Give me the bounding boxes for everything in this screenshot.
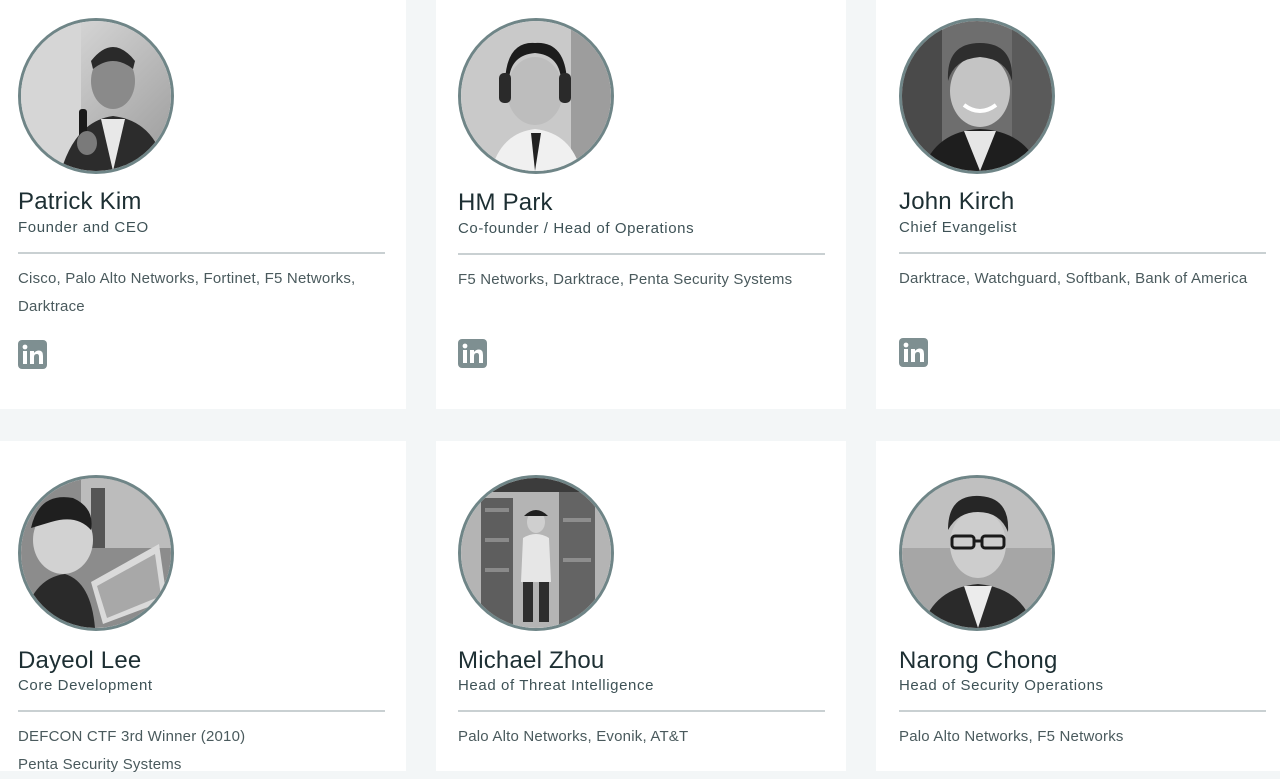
member-bio: Darktrace, Watchguard, Softbank, Bank of… [899, 265, 1247, 293]
member-name: Patrick Kim [18, 188, 142, 215]
member-bio: F5 Networks, Darktrace, Penta Security S… [458, 266, 792, 294]
divider [18, 710, 385, 712]
avatar [899, 475, 1055, 631]
bio-line: Darktrace [18, 298, 85, 315]
member-role: Founder and CEO [18, 219, 149, 236]
bio-line: Palo Alto Networks, F5 Networks [899, 728, 1124, 745]
team-card-dayeol-lee: Dayeol Lee Core Development DEFCON CTF 3… [0, 441, 406, 773]
member-role: Head of Threat Intelligence [458, 677, 655, 694]
bio-line: F5 Networks, Darktrace, Penta Security S… [458, 271, 793, 288]
avatar [18, 18, 174, 174]
team-card-narong-chong: Narong Chong Head of Security Operations… [876, 441, 1280, 771]
member-bio: Palo Alto Networks, Evonik, AT&T [458, 723, 688, 751]
linkedin-icon[interactable] [458, 339, 487, 368]
avatar [18, 475, 174, 631]
divider [899, 710, 1266, 712]
team-card-john-kirch: John Kirch Chief Evangelist Darktrace, W… [876, 0, 1280, 409]
avatar [458, 475, 614, 631]
member-role: Chief Evangelist [899, 219, 1017, 236]
bio-line: Darktrace, Watchguard, Softbank, Bank of… [899, 270, 1248, 287]
divider [18, 252, 385, 254]
linkedin-icon[interactable] [18, 340, 47, 369]
divider [899, 252, 1266, 254]
divider [458, 710, 825, 712]
bio-line: Cisco, Palo Alto Networks, Fortinet, F5 … [18, 270, 356, 287]
member-name: Dayeol Lee [18, 647, 142, 674]
bio-line: DEFCON CTF 3rd Winner (2010) [18, 728, 246, 745]
team-card-hm-park: HM Park Co-founder / Head of Operations … [436, 0, 846, 409]
team-card-patrick-kim: Patrick Kim Founder and CEO Cisco, Palo … [0, 0, 406, 409]
member-name: John Kirch [899, 188, 1015, 215]
linkedin-icon[interactable] [899, 338, 928, 367]
member-role: Co-founder / Head of Operations [458, 220, 695, 237]
member-name: Narong Chong [899, 647, 1058, 674]
member-bio: Cisco, Palo Alto Networks, Fortinet, F5 … [18, 265, 355, 321]
avatar [899, 18, 1055, 174]
bio-line: Penta Security Systems [18, 756, 182, 773]
bio-line: Palo Alto Networks, Evonik, AT&T [458, 728, 689, 745]
avatar [458, 18, 614, 174]
member-bio: Palo Alto Networks, F5 Networks [899, 723, 1124, 751]
divider [458, 253, 825, 255]
member-role: Core Development [18, 677, 153, 694]
member-name: HM Park [458, 189, 553, 216]
member-role: Head of Security Operations [899, 677, 1104, 694]
member-name: Michael Zhou [458, 647, 605, 674]
team-card-michael-zhou: Michael Zhou Head of Threat Intelligence… [436, 441, 846, 771]
